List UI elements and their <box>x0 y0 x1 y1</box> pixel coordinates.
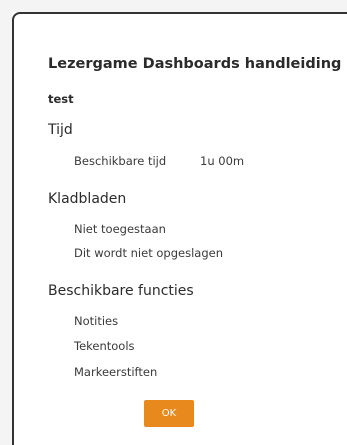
ok-button[interactable]: OK <box>144 400 194 427</box>
function-item-notes: Notities <box>74 314 119 328</box>
available-time-label: Beschikbare tijd <box>74 154 167 168</box>
page: Lezergame Dashboards handleiding test Ti… <box>0 0 347 445</box>
backdrop-left <box>0 0 12 445</box>
scratchpad-item-not-allowed: Niet toegestaan <box>74 222 166 236</box>
function-item-drawing-tools: Tekentools <box>74 339 135 353</box>
function-item-highlighters: Markeerstiften <box>74 365 158 379</box>
functions-section-heading: Beschikbare functies <box>48 283 194 299</box>
available-time-value: 1u 00m <box>200 154 245 168</box>
info-dialog: Lezergame Dashboards handleiding test Ti… <box>12 12 347 445</box>
time-section-heading: Tijd <box>48 122 73 138</box>
dialog-subtitle: test <box>48 92 74 106</box>
scratchpad-item-not-saved: Dit wordt niet opgeslagen <box>74 246 223 260</box>
scratchpad-section-heading: Kladbladen <box>48 191 127 207</box>
backdrop-top <box>0 0 347 12</box>
dialog-title: Lezergame Dashboards handleiding <box>48 56 342 72</box>
